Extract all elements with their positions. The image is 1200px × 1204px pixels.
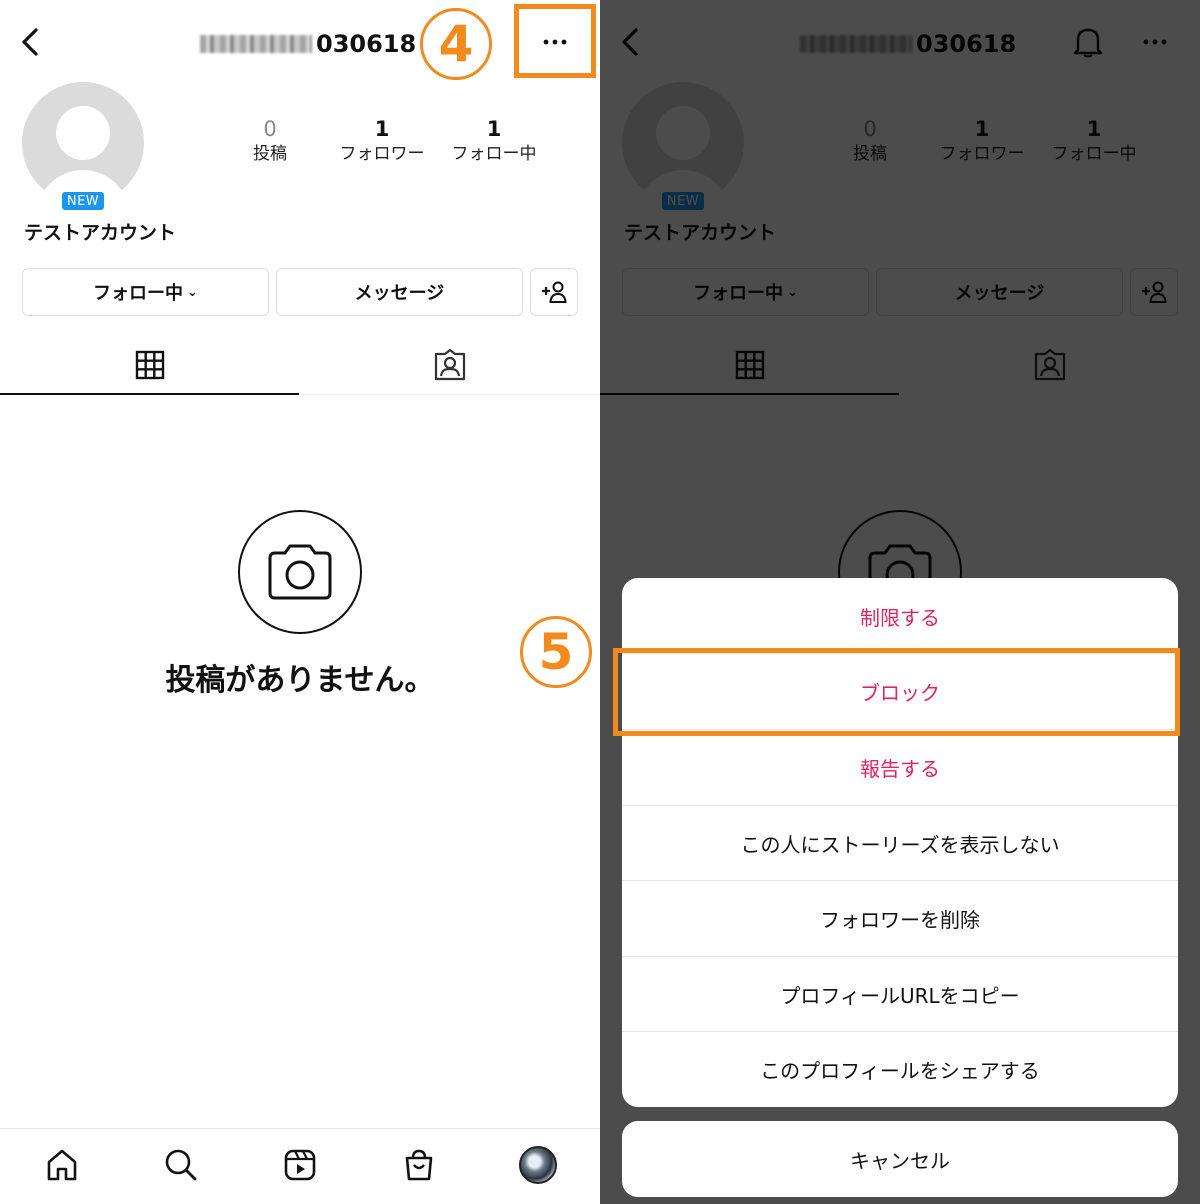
profile-screen: 030618 4 NEW テストアカウント 0 投稿 1 フォロワー 1 フォロ… — [0, 0, 600, 1204]
add-user-button[interactable] — [530, 268, 578, 316]
menu-item-restrict[interactable]: 制限する — [622, 578, 1178, 654]
tab-grid[interactable] — [0, 340, 299, 390]
profile-screen-with-menu: 030618 NEW テストアカウント 0 投稿 1 フォロワー 1 フォロー中… — [600, 0, 1200, 1204]
chevron-down-icon: ⌄ — [187, 284, 198, 300]
tagged-person-icon — [434, 349, 466, 381]
nav-home[interactable] — [40, 1143, 84, 1187]
menu-item-report[interactable]: 報告する — [622, 729, 1178, 805]
nav-profile[interactable] — [516, 1143, 560, 1187]
nav-search[interactable] — [159, 1143, 203, 1187]
stat-posts[interactable]: 0 投稿 — [215, 116, 325, 166]
profile-avatar — [519, 1146, 557, 1184]
chevron-left-icon — [22, 28, 38, 56]
grid-icon — [135, 350, 164, 380]
shop-icon — [405, 1149, 433, 1181]
step-5-highlight-box — [613, 648, 1180, 736]
menu-item-remove-follower[interactable]: フォロワーを削除 — [622, 880, 1178, 956]
nav-shop[interactable] — [397, 1143, 441, 1187]
empty-state-text: 投稿がありません。 — [165, 663, 435, 698]
nav-reels[interactable] — [278, 1143, 322, 1187]
cancel-button[interactable]: キャンセル — [622, 1121, 1178, 1197]
blurred-username-prefix — [200, 35, 312, 53]
username-title: 030618 — [200, 28, 420, 60]
step-4-highlight-box — [514, 4, 596, 78]
menu-item-share-profile[interactable]: このプロフィールをシェアする — [622, 1031, 1178, 1107]
step-5-marker: 5 — [520, 616, 592, 688]
active-tab-indicator — [0, 393, 299, 395]
avatar[interactable] — [22, 82, 144, 204]
username-suffix: 030618 — [316, 30, 417, 58]
message-button[interactable]: メッセージ — [276, 268, 523, 316]
stat-following[interactable]: 1 フォロー中 — [439, 116, 549, 166]
add-person-icon — [542, 281, 567, 303]
new-badge: NEW — [60, 190, 106, 212]
search-icon — [165, 1149, 197, 1181]
display-name: テストアカウント — [24, 222, 177, 244]
step-4-marker: 4 — [420, 8, 492, 80]
bottom-nav — [0, 1128, 600, 1204]
stat-followers[interactable]: 1 フォロワー — [327, 116, 437, 166]
home-icon — [47, 1149, 77, 1181]
reels-icon — [284, 1149, 316, 1181]
back-button[interactable] — [12, 24, 48, 60]
empty-state-camera — [238, 510, 362, 634]
menu-item-copy-profile-url[interactable]: プロフィールURLをコピー — [622, 956, 1178, 1032]
camera-icon — [268, 544, 332, 600]
tab-tagged[interactable] — [300, 340, 600, 390]
menu-item-hide-stories[interactable]: この人にストーリーズを表示しない — [622, 805, 1178, 881]
following-button[interactable]: フォロー中⌄ — [22, 268, 269, 316]
tab-divider — [299, 394, 600, 395]
